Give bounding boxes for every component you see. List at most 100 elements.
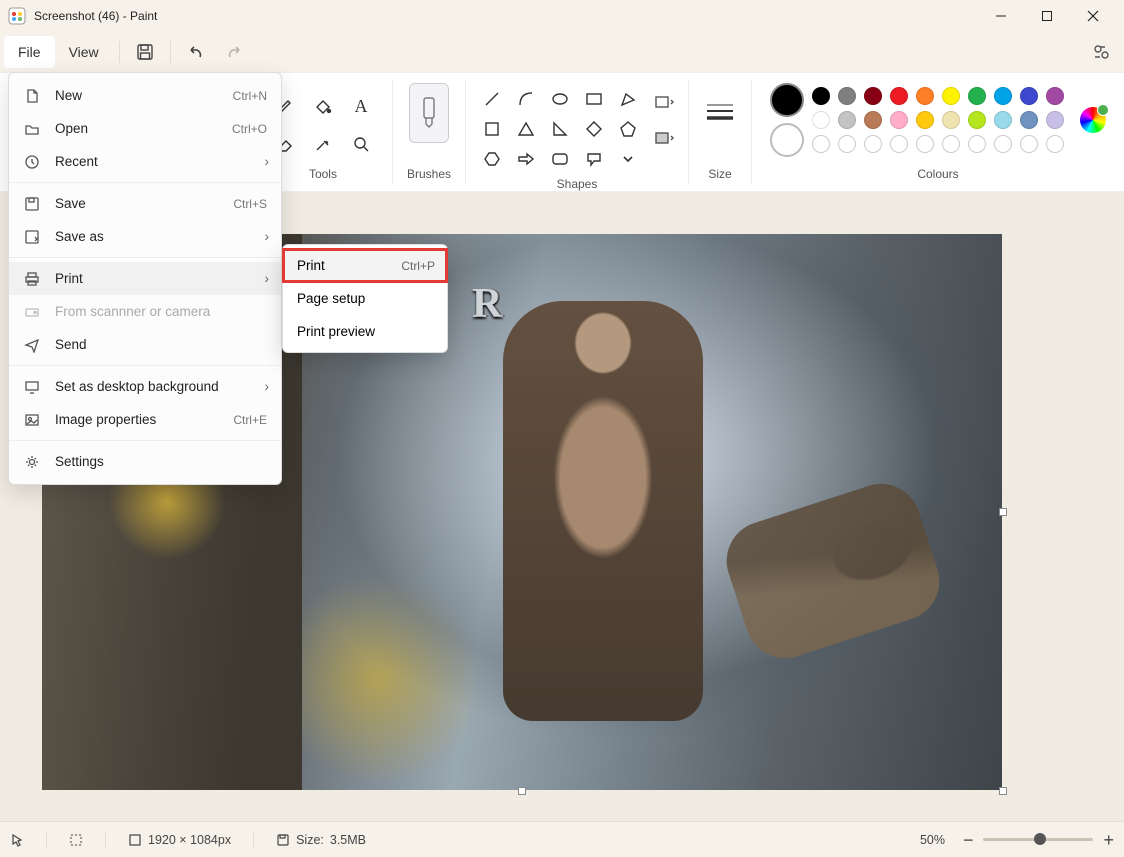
menu-print[interactable]: Print› bbox=[9, 262, 281, 295]
color-palette bbox=[812, 87, 1066, 153]
color-swatch-empty[interactable] bbox=[838, 135, 856, 153]
menu-file[interactable]: File bbox=[4, 36, 55, 68]
oval-shape-icon[interactable] bbox=[550, 89, 570, 109]
magnifier-tool-icon[interactable] bbox=[351, 134, 371, 154]
color-swatch[interactable] bbox=[1046, 87, 1064, 105]
ribbon-group-brushes: Brushes bbox=[393, 79, 466, 185]
color-swatch[interactable] bbox=[812, 111, 830, 129]
menu-recent[interactable]: Recent› bbox=[9, 145, 281, 178]
chevron-right-icon: › bbox=[265, 229, 270, 244]
menu-save[interactable]: SaveCtrl+S bbox=[9, 187, 281, 220]
shape-fill-icon[interactable] bbox=[654, 129, 674, 149]
text-tool-icon[interactable]: A bbox=[351, 96, 371, 116]
color-swatch[interactable] bbox=[838, 111, 856, 129]
color-swatch[interactable] bbox=[994, 111, 1012, 129]
color-swatch-empty[interactable] bbox=[812, 135, 830, 153]
color-swatch[interactable] bbox=[1020, 111, 1038, 129]
menu-image-properties[interactable]: Image propertiesCtrl+E bbox=[9, 403, 281, 436]
color-swatch[interactable] bbox=[968, 87, 986, 105]
roundrect-shape-icon[interactable] bbox=[550, 149, 570, 169]
shape-outline-icon[interactable] bbox=[654, 93, 674, 113]
line-shape-icon[interactable] bbox=[482, 89, 502, 109]
more-shapes-icon[interactable] bbox=[618, 149, 638, 169]
zoom-slider[interactable] bbox=[983, 838, 1093, 841]
menu-settings[interactable]: Settings bbox=[9, 445, 281, 478]
color-swatch-empty[interactable] bbox=[890, 135, 908, 153]
shapes-label: Shapes bbox=[557, 177, 598, 191]
color-swatch[interactable] bbox=[890, 87, 908, 105]
color-1-selector[interactable] bbox=[770, 83, 804, 117]
menu-save-as[interactable]: Save as› bbox=[9, 220, 281, 253]
save-icon bbox=[23, 195, 41, 213]
color-swatch[interactable] bbox=[812, 87, 830, 105]
color-swatch[interactable] bbox=[1046, 111, 1064, 129]
submenu-print[interactable]: PrintCtrl+P bbox=[283, 249, 447, 282]
color-swatch[interactable] bbox=[1020, 87, 1038, 105]
submenu-print-preview[interactable]: Print preview bbox=[283, 315, 447, 348]
color-swatch[interactable] bbox=[942, 111, 960, 129]
diamond-shape-icon[interactable] bbox=[584, 119, 604, 139]
menu-new[interactable]: NewCtrl+N bbox=[9, 79, 281, 112]
color-swatch-empty[interactable] bbox=[994, 135, 1012, 153]
color-swatch-empty[interactable] bbox=[942, 135, 960, 153]
rtriangle-shape-icon[interactable] bbox=[550, 119, 570, 139]
zoom-value: 50% bbox=[920, 833, 945, 847]
arrow-right-shape-icon[interactable] bbox=[516, 149, 536, 169]
callout-shape-icon[interactable] bbox=[584, 149, 604, 169]
color-swatch[interactable] bbox=[864, 87, 882, 105]
save-icon-button[interactable] bbox=[126, 34, 164, 70]
color-swatch[interactable] bbox=[890, 111, 908, 129]
redo-button[interactable] bbox=[215, 34, 253, 70]
zoom-out-button[interactable]: − bbox=[963, 831, 974, 849]
pentagon-shape-icon[interactable] bbox=[618, 119, 638, 139]
maximize-button[interactable] bbox=[1024, 0, 1070, 32]
print-icon bbox=[23, 270, 41, 288]
color-swatch[interactable] bbox=[916, 87, 934, 105]
resize-handle-bottom[interactable] bbox=[518, 787, 526, 795]
zoom-slider-thumb[interactable] bbox=[1034, 833, 1046, 845]
hexagon-shape-icon[interactable] bbox=[482, 149, 502, 169]
minimize-button[interactable] bbox=[978, 0, 1024, 32]
undo-button[interactable] bbox=[177, 34, 215, 70]
curve-shape-icon[interactable] bbox=[516, 89, 536, 109]
menu-set-desktop[interactable]: Set as desktop background› bbox=[9, 370, 281, 403]
color-swatch[interactable] bbox=[864, 111, 882, 129]
rect-shape-icon[interactable] bbox=[584, 89, 604, 109]
color-swatch-empty[interactable] bbox=[1020, 135, 1038, 153]
zoom-in-button[interactable]: + bbox=[1103, 831, 1114, 849]
color-swatch-empty[interactable] bbox=[1046, 135, 1064, 153]
square-shape-icon[interactable] bbox=[482, 119, 502, 139]
color-swatch-empty[interactable] bbox=[968, 135, 986, 153]
brushes-label: Brushes bbox=[407, 167, 451, 181]
edit-colors-button[interactable] bbox=[1080, 107, 1106, 133]
picker-tool-icon[interactable] bbox=[313, 134, 333, 154]
separator bbox=[119, 41, 120, 63]
resize-handle-right[interactable] bbox=[999, 508, 1007, 516]
menu-view[interactable]: View bbox=[55, 36, 113, 68]
brush-picker[interactable] bbox=[409, 83, 449, 143]
separator bbox=[9, 365, 281, 366]
resize-handle-corner[interactable] bbox=[999, 787, 1007, 795]
dimensions-value: 1920 × 1084px bbox=[148, 833, 231, 847]
close-button[interactable] bbox=[1070, 0, 1116, 32]
fill-tool-icon[interactable] bbox=[313, 96, 333, 116]
color-2-selector[interactable] bbox=[770, 123, 804, 157]
color-swatch-empty[interactable] bbox=[916, 135, 934, 153]
settings-toggle-icon[interactable] bbox=[1082, 34, 1120, 70]
color-swatch[interactable] bbox=[942, 87, 960, 105]
disk-icon bbox=[276, 833, 290, 847]
size-picker[interactable] bbox=[703, 83, 737, 143]
color-swatch-empty[interactable] bbox=[864, 135, 882, 153]
tools-label: Tools bbox=[309, 167, 337, 181]
gear-icon bbox=[23, 453, 41, 471]
color-swatch[interactable] bbox=[994, 87, 1012, 105]
triangle-shape-icon[interactable] bbox=[516, 119, 536, 139]
color-swatch[interactable] bbox=[838, 87, 856, 105]
polygon-shape-icon[interactable] bbox=[618, 89, 638, 109]
open-folder-icon bbox=[23, 120, 41, 138]
submenu-page-setup[interactable]: Page setup bbox=[283, 282, 447, 315]
menu-open[interactable]: OpenCtrl+O bbox=[9, 112, 281, 145]
color-swatch[interactable] bbox=[916, 111, 934, 129]
menu-send[interactable]: Send bbox=[9, 328, 281, 361]
color-swatch[interactable] bbox=[968, 111, 986, 129]
